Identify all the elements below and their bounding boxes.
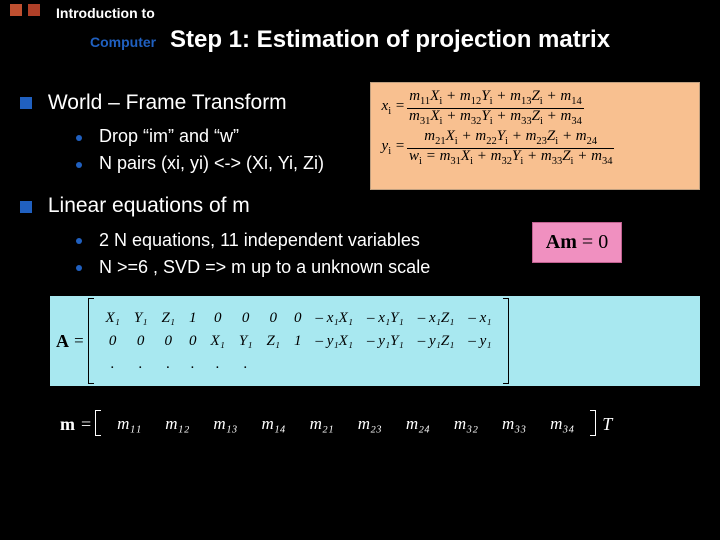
matrix-cell: 0 [182,330,204,353]
logo-icon [10,4,50,24]
matrix-cell: . [232,353,260,376]
dot-bullet-icon [76,162,82,168]
matrix-cell: 0 [259,307,287,330]
course-line1: Introduction to [56,5,155,21]
matrix-cell: Y₁ [127,307,155,330]
vector-cell: m₃₄ [538,410,586,438]
vector-m: m = m₁₁m₁₂m₁₃m₁₄m₂₁m₂₃m₂₄m₃₂m₃₃m₃₄ T [60,410,680,438]
dot-bullet-icon [76,265,82,271]
vector-cell: m₂₁ [298,410,346,438]
slide-header: Introduction to Computer Step 1: Estimat… [0,0,720,70]
am-zero-equation: Am = 0 [532,222,622,263]
matrix-cell [360,353,411,376]
matrix-cell: . [182,353,204,376]
matrix-cell: – y₁X₁ [309,330,361,353]
matrix-cell: . [154,353,182,376]
y-numerator: m21Xi + m22Yi + m23Zi + m24 [407,129,614,148]
matrix-cell: 1 [287,330,309,353]
matrix-cell: – y₁ [461,330,498,353]
matrix-cell: – x₁ [461,307,498,330]
square-bullet-icon [20,97,32,109]
matrix-cell [259,353,287,376]
matrix-cell [287,353,309,376]
eq-row-y: yi = m21Xi + m22Yi + m23Zi + m24 wi = m3… [377,129,693,167]
matrix-cell: X₁ [98,307,126,330]
matrix-cell: 0 [204,307,232,330]
matrix-cell: 0 [232,307,260,330]
vector-cell: m₁₃ [201,410,249,438]
matrix-cell: . [127,353,155,376]
x-numerator: m11Xi + m12Yi + m13Zi + m14 [407,89,584,108]
matrix-cell: 1 [182,307,204,330]
eq-row-x: xi = m11Xi + m12Yi + m13Zi + m14 m31Xi +… [377,89,693,127]
matrix-cell: – x₁X₁ [309,307,361,330]
vector-cell: m₃₃ [490,410,538,438]
matrix-cell: – x₁Z₁ [411,307,462,330]
matrix-cell: 0 [127,330,155,353]
matrix-cell [309,353,361,376]
square-bullet-icon [20,201,32,213]
x-denominator: m31Xi + m32Yi + m33Zi + m34 [407,108,584,128]
vector-cell: m₁₂ [153,410,201,438]
section1-title: World – Frame Transform [48,91,287,114]
dot-bullet-icon [76,135,82,141]
matrix-cell: Z₁ [154,307,182,330]
course-line2: Computer [90,34,156,50]
vector-cell: m₂₄ [394,410,442,438]
matrix-cell [461,353,498,376]
section1-item-0: Drop “im” and “w” [99,126,239,146]
matrix-cell: Y₁ [232,330,260,353]
matrix-cell: 0 [287,307,309,330]
matrix-cell: . [204,353,232,376]
projection-equations: xi = m11Xi + m12Yi + m13Zi + m14 m31Xi +… [370,82,700,190]
matrix-cell: Z₁ [259,330,287,353]
vector-cell: m₁₁ [105,410,153,438]
section2-title: Linear equations of m [48,194,250,217]
dot-bullet-icon [76,238,82,244]
y-denominator: wi = m31Xi + m32Yi + m33Zi + m34 [407,148,614,168]
vector-cell: m₃₂ [442,410,490,438]
vector-cell: m₁₄ [249,410,297,438]
matrix-cell [411,353,462,376]
matrix-cell: 0 [98,330,126,353]
bullet-linear-eq: Linear equations of m [20,191,710,220]
matrix-cell: 0 [154,330,182,353]
vector-cell: m₂₃ [346,410,394,438]
matrix-cell: – y₁Z₁ [411,330,462,353]
section1-item-1: N pairs (xi, yi) <-> (Xi, Yi, Zi) [99,153,324,173]
matrix-a: A = X₁Y₁Z₁10000– x₁X₁– x₁Y₁– x₁Z₁– x₁000… [50,296,700,386]
matrix-cell: – y₁Y₁ [360,330,411,353]
slide-title: Step 1: Estimation of projection matrix [170,26,610,54]
section2-item-0: 2 N equations, 11 independent variables [99,230,420,250]
section2-item-1: N >=6 , SVD => m up to a unknown scale [99,257,430,277]
matrix-cell: . [98,353,126,376]
matrix-cell: X₁ [204,330,232,353]
matrix-cell: – x₁Y₁ [360,307,411,330]
